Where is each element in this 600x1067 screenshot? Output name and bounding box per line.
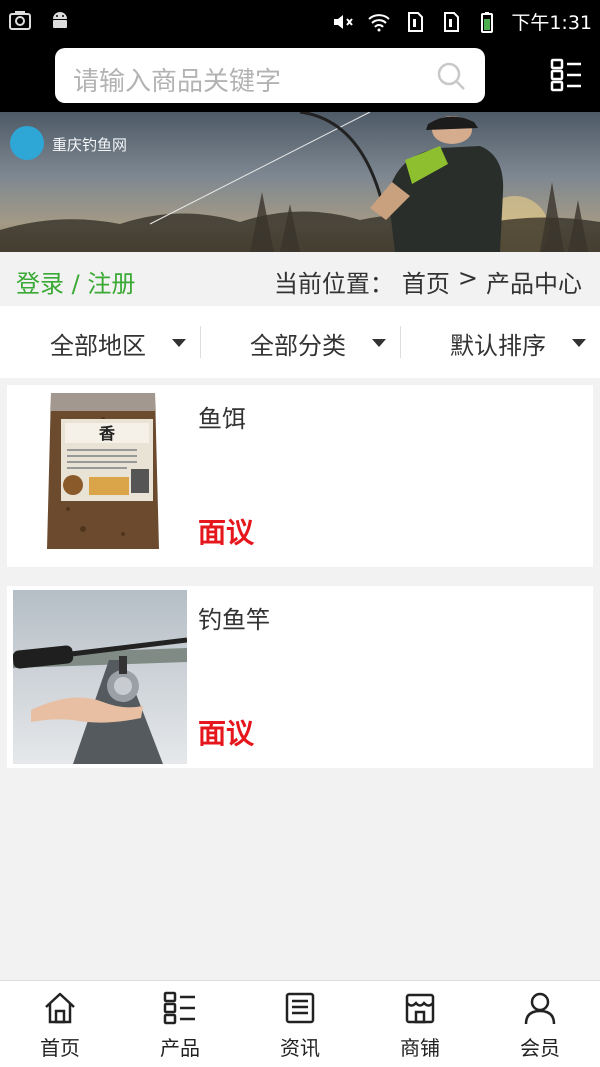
breadcrumb-current: 产品中心 [486,270,582,298]
filter-label: 全部分类 [250,332,346,360]
tab-label: 商铺 [400,1036,440,1060]
sim2-icon [444,11,460,32]
product-price: 面议 [198,516,255,549]
top-bar: 请输入商品关键字 [0,42,600,112]
shop-icon [405,993,435,1024]
filter-sort-dropdown[interactable]: 默认排序 [400,306,600,378]
chevron-down-icon [572,339,586,347]
product-card[interactable]: 钓鱼竿 面议 [7,586,593,768]
search-placeholder[interactable]: 请输入商品关键字 [73,61,281,98]
chevron-down-icon [372,339,386,347]
logo-icon [10,126,44,160]
hero-banner[interactable]: 重庆钓鱼网 [0,112,600,252]
battery-icon [481,11,494,33]
bait-bag-label: 香 [98,424,116,443]
breadcrumb-bar: 登录 / 注册 当前位置： 首页 > 产品中心 [0,252,600,306]
filter-label: 默认排序 [450,332,546,360]
menu-grid-icon[interactable] [550,58,582,92]
login-register-link[interactable]: 登录 / 注册 [16,264,135,299]
tab-label: 首页 [40,1036,80,1060]
fish-bait-bag-image: 香 [13,389,187,563]
home-icon [45,992,75,1024]
banner-fishing-scene [0,112,600,252]
status-time: 下午1:31 [511,12,592,34]
breadcrumb: 当前位置： 首页 > 产品中心 [274,264,582,299]
wifi-icon [368,13,390,31]
breadcrumb-separator: > [457,264,478,292]
chevron-down-icon [172,339,186,347]
filter-bar: 全部地区 全部分类 默认排序 [0,306,600,378]
bottom-tab-bar: 首页 产品 资讯 商铺 会员 [0,980,600,1067]
tab-label: 产品 [160,1036,200,1060]
breadcrumb-prefix: 当前位置： [273,270,394,298]
filter-label: 全部地区 [50,332,146,360]
product-image-fishing-rod[interactable] [13,590,187,764]
site-name: 重庆钓鱼网 [52,136,128,154]
search-box[interactable]: 请输入商品关键字 [55,48,485,103]
android-icon [53,12,67,28]
product-card[interactable]: 香 鱼饵 面议 [7,385,593,567]
tab-products[interactable]: 产品 [120,981,240,1067]
tab-label: 资讯 [280,1036,320,1060]
filter-category-dropdown[interactable]: 全部分类 [200,306,400,378]
tab-home[interactable]: 首页 [0,981,120,1067]
user-icon [524,992,556,1025]
product-image-fish-bait[interactable]: 香 [13,389,187,563]
fishing-rod-image [13,590,187,764]
sim1-icon [408,11,424,32]
product-name[interactable]: 鱼饵 [198,399,246,434]
filter-region-dropdown[interactable]: 全部地区 [0,306,200,378]
product-price: 面议 [198,717,255,750]
product-name[interactable]: 钓鱼竿 [198,600,270,635]
status-bar: 下午1:31 [0,0,600,42]
breadcrumb-home-link[interactable]: 首页 [402,264,450,299]
tab-shops[interactable]: 商铺 [360,981,480,1067]
tab-member[interactable]: 会员 [480,981,600,1067]
tab-news[interactable]: 资讯 [240,981,360,1067]
grid-list-icon [163,991,195,1025]
news-icon [285,992,315,1024]
camera-icon [9,11,31,30]
search-icon[interactable] [435,60,467,92]
mute-icon [334,14,354,29]
tab-label: 会员 [520,1036,560,1060]
